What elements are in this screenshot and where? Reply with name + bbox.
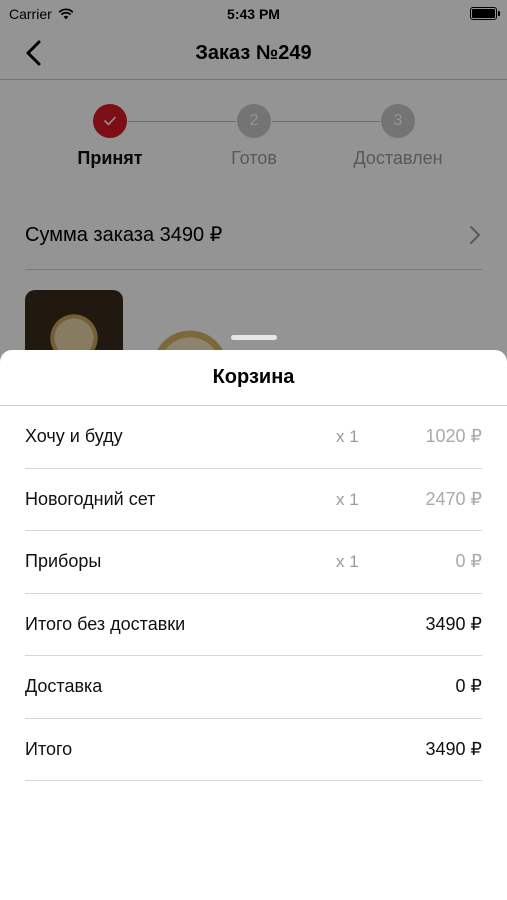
total-label: Итого [25, 738, 73, 759]
item-price: 2470 ₽ [425, 488, 483, 509]
cart-item-row: Хочу и буду x 1 1020 ₽ [25, 406, 482, 469]
sheet-drag-handle[interactable] [231, 335, 277, 340]
subtotal-row: Итого без доставки 3490 ₽ [25, 594, 483, 656]
item-quantity: x 1 [336, 427, 359, 446]
item-quantity: x 1 [336, 489, 359, 509]
sheet-title: Корзина [0, 350, 507, 406]
item-name: Хочу и буду [25, 426, 123, 446]
cart-item-row: Приборы x 1 0 ₽ [25, 531, 482, 594]
total-value: 0 ₽ [455, 676, 482, 696]
cart-list: Хочу и буду x 1 1020 ₽ Новогодний сет x … [0, 406, 507, 781]
total-label: Итого без доставки [25, 613, 186, 634]
total-value: 3490 ₽ [425, 613, 483, 634]
item-name: Приборы [25, 551, 102, 571]
grand-total-row: Итого 3490 ₽ [25, 719, 483, 781]
total-label: Доставка [25, 676, 103, 696]
item-price: 0 ₽ [455, 551, 482, 571]
item-quantity: x 1 [336, 552, 359, 571]
cart-bottom-sheet: Корзина Хочу и буду x 1 1020 ₽ Новогодни… [0, 350, 507, 900]
total-value: 3490 ₽ [425, 738, 483, 759]
item-name: Новогодний сет [25, 488, 156, 509]
item-price: 1020 ₽ [425, 426, 483, 446]
cart-item-row: Новогодний сет x 1 2470 ₽ [25, 469, 483, 531]
delivery-row: Доставка 0 ₽ [25, 656, 482, 719]
